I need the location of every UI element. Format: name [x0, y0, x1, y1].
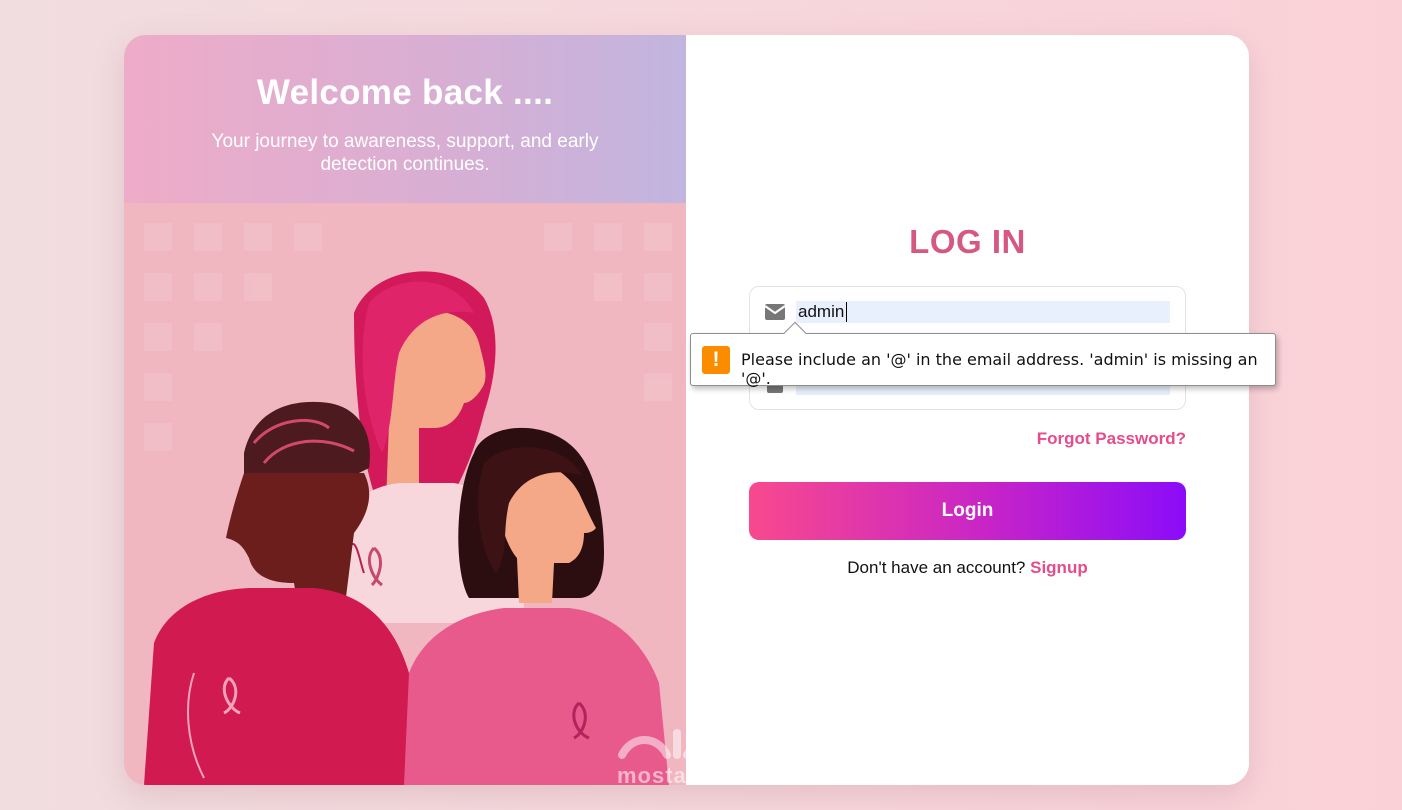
- text-caret: [846, 302, 847, 322]
- signup-prompt-text: Don't have an account?: [847, 558, 1026, 577]
- hero-header: Welcome back .... Your journey to awaren…: [124, 35, 686, 203]
- validation-tooltip: ! Please include an '@' in the email add…: [690, 321, 1276, 388]
- validation-message: Please include an '@' in the email addre…: [741, 350, 1258, 388]
- login-title: LOG IN: [909, 223, 1026, 260]
- login-button[interactable]: Login: [749, 482, 1186, 540]
- hero-subtitle: Your journey to awareness, support, and …: [211, 131, 599, 175]
- login-card: Welcome back .... Your journey to awaren…: [124, 35, 1249, 785]
- login-panel: LOG IN Forgot Password? Login Do: [686, 35, 1249, 785]
- signup-link[interactable]: Signup: [1030, 558, 1088, 577]
- hero-panel: Welcome back .... Your journey to awaren…: [124, 35, 686, 785]
- email-input[interactable]: [796, 301, 1170, 323]
- watermark-text: mostaql.com: [617, 763, 686, 785]
- women-illustration: [124, 203, 686, 785]
- forgot-password-link[interactable]: Forgot Password?: [1037, 429, 1186, 449]
- hero-title: Welcome back ....: [256, 73, 554, 112]
- email-row: [750, 287, 1187, 337]
- watermark-logo-icon: [618, 729, 686, 759]
- warning-icon: !: [702, 346, 730, 374]
- signup-prompt: Don't have an account? Signup: [686, 558, 1249, 578]
- envelope-icon: [764, 304, 786, 320]
